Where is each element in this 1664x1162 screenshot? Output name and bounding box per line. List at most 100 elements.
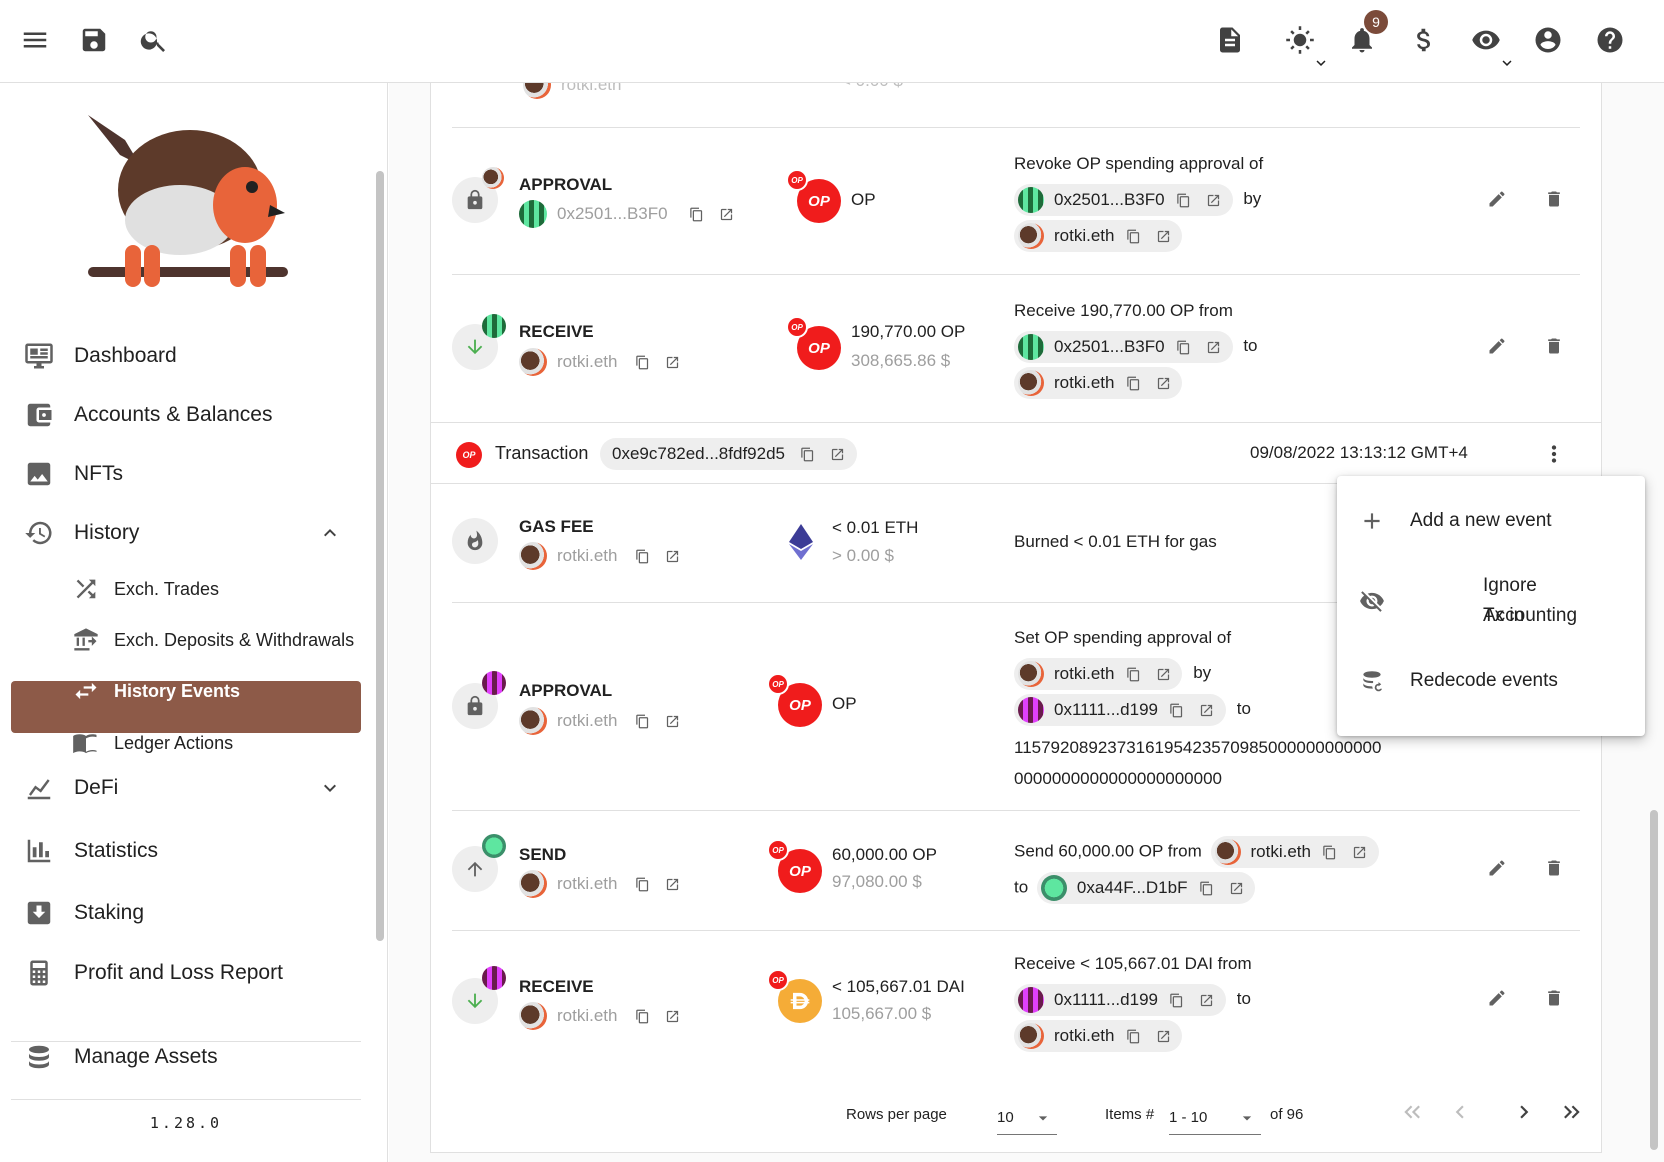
chevron-down-icon[interactable] bbox=[1310, 52, 1332, 74]
first-page-icon[interactable] bbox=[1400, 1099, 1426, 1125]
privacy-eye-icon[interactable] bbox=[1466, 20, 1518, 74]
external-link-icon[interactable] bbox=[661, 710, 683, 732]
search-icon[interactable] bbox=[134, 20, 174, 60]
copy-icon[interactable] bbox=[1122, 1025, 1144, 1047]
copy-icon[interactable] bbox=[631, 545, 653, 567]
delete-trash-icon[interactable] bbox=[1544, 336, 1570, 362]
navigation-sidebar: Dashboard Accounts & Balances NFTs Histo… bbox=[0, 83, 388, 1162]
rows-per-page-select[interactable]: 10 bbox=[997, 1101, 1057, 1135]
last-page-icon[interactable] bbox=[1558, 1099, 1584, 1125]
copy-icon[interactable] bbox=[1319, 841, 1341, 863]
address-chip[interactable]: rotki.eth bbox=[1210, 836, 1379, 868]
menu-redecode-events[interactable]: Redecode events bbox=[1337, 666, 1645, 696]
address-chip[interactable]: 0x2501...B3F0 bbox=[1014, 331, 1233, 363]
external-link-icon[interactable] bbox=[1196, 989, 1218, 1011]
external-link-icon[interactable] bbox=[661, 1005, 683, 1027]
copy-icon[interactable] bbox=[631, 873, 653, 895]
external-link-icon[interactable] bbox=[827, 443, 849, 465]
menu-ignore-tx[interactable]: Ignore Tx in Accounting bbox=[1337, 571, 1645, 631]
copy-icon[interactable] bbox=[1122, 372, 1144, 394]
shuffle-icon bbox=[76, 579, 96, 599]
notification-bell-icon[interactable]: 9 bbox=[1342, 10, 1388, 60]
address-chip[interactable]: rotki.eth bbox=[1014, 658, 1183, 690]
chevron-up-icon[interactable] bbox=[318, 521, 342, 545]
edit-pencil-icon[interactable] bbox=[1487, 336, 1513, 362]
copy-icon[interactable] bbox=[1173, 336, 1195, 358]
save-icon[interactable] bbox=[74, 20, 114, 60]
delete-trash-icon[interactable] bbox=[1544, 988, 1570, 1014]
address-chip[interactable]: 0x2501...B3F0 bbox=[1014, 184, 1233, 216]
external-link-icon[interactable] bbox=[1203, 336, 1225, 358]
copy-icon[interactable] bbox=[1173, 189, 1195, 211]
content-scrollbar[interactable] bbox=[1650, 810, 1658, 1150]
tx-hash-chip[interactable]: 0xe9c782ed...8fdf92d5 bbox=[600, 438, 857, 470]
optimism-chain-icon: OP bbox=[786, 316, 808, 338]
copy-icon[interactable] bbox=[797, 443, 819, 465]
nav-defi[interactable]: DeFi bbox=[24, 763, 118, 813]
address-chip[interactable]: 0xa44F...D1bF bbox=[1036, 872, 1256, 904]
theme-brightness-icon[interactable] bbox=[1280, 20, 1332, 74]
address-chip[interactable]: rotki.eth bbox=[1014, 367, 1183, 399]
avatar bbox=[1018, 661, 1044, 687]
edit-pencil-icon[interactable] bbox=[1487, 988, 1513, 1014]
items-range-select[interactable]: 1 - 10 bbox=[1169, 1101, 1261, 1135]
external-link-icon[interactable] bbox=[661, 351, 683, 373]
nav-profit-loss-report[interactable]: Profit and Loss Report bbox=[24, 948, 283, 998]
notes-icon[interactable] bbox=[1210, 20, 1250, 60]
help-icon[interactable] bbox=[1590, 20, 1630, 60]
copy-icon[interactable] bbox=[1166, 699, 1188, 721]
account-circle-icon[interactable] bbox=[1528, 20, 1568, 60]
delete-trash-icon[interactable] bbox=[1544, 189, 1570, 215]
address-chip[interactable]: rotki.eth bbox=[1014, 220, 1183, 252]
external-link-icon[interactable] bbox=[1225, 877, 1247, 899]
external-link-icon[interactable] bbox=[1203, 189, 1225, 211]
nav-statistics[interactable]: Statistics bbox=[24, 826, 158, 876]
previous-page-icon[interactable] bbox=[1447, 1099, 1473, 1125]
nav-dashboard[interactable]: Dashboard bbox=[24, 331, 177, 381]
nav-ledger-actions[interactable]: Ledger Actions bbox=[72, 721, 233, 765]
menu-add-event[interactable]: Add a new event bbox=[1337, 506, 1645, 536]
nav-history-events[interactable]: History Events bbox=[72, 669, 240, 713]
event-address: rotki.eth bbox=[519, 348, 683, 376]
nav-history[interactable]: History bbox=[24, 508, 139, 558]
copy-icon[interactable] bbox=[1122, 225, 1144, 247]
nav-nfts[interactable]: NFTs bbox=[24, 449, 123, 499]
external-link-icon[interactable] bbox=[716, 203, 738, 225]
external-link-icon[interactable] bbox=[1152, 663, 1174, 685]
notification-badge: 9 bbox=[1364, 10, 1388, 34]
chevron-down-icon[interactable] bbox=[1496, 52, 1518, 74]
nav-manage-assets[interactable]: Manage Assets bbox=[24, 1032, 218, 1082]
nav-accounts-balances[interactable]: Accounts & Balances bbox=[24, 390, 272, 440]
external-link-icon[interactable] bbox=[661, 545, 683, 567]
external-link-icon[interactable] bbox=[661, 873, 683, 895]
copy-icon[interactable] bbox=[631, 351, 653, 373]
nav-exch-deposits-withdrawals[interactable]: Exch. Deposits & Withdrawals bbox=[72, 618, 354, 662]
address-chip[interactable]: 0x1111...d199 bbox=[1014, 694, 1226, 726]
image-icon bbox=[27, 462, 51, 486]
nav-staking[interactable]: Staking bbox=[24, 888, 144, 938]
delete-trash-icon[interactable] bbox=[1544, 858, 1570, 884]
copy-icon[interactable] bbox=[1122, 663, 1144, 685]
copy-icon[interactable] bbox=[631, 710, 653, 732]
copy-icon[interactable] bbox=[631, 1005, 653, 1027]
dollar-icon[interactable] bbox=[1404, 20, 1444, 60]
next-page-icon[interactable] bbox=[1511, 1099, 1537, 1125]
external-link-icon[interactable] bbox=[1196, 699, 1218, 721]
external-link-icon[interactable] bbox=[1152, 1025, 1174, 1047]
address-chip[interactable]: rotki.eth bbox=[1014, 1020, 1183, 1052]
chevron-down-icon[interactable] bbox=[318, 776, 342, 800]
more-vertical-icon[interactable] bbox=[1541, 441, 1567, 467]
menu-icon[interactable] bbox=[15, 20, 55, 60]
nav-exch-trades[interactable]: Exch. Trades bbox=[72, 567, 219, 611]
edit-pencil-icon[interactable] bbox=[1487, 858, 1513, 884]
copy-icon[interactable] bbox=[686, 203, 708, 225]
copy-icon[interactable] bbox=[1195, 877, 1217, 899]
external-link-icon[interactable] bbox=[1152, 372, 1174, 394]
total-items: of 96 bbox=[1270, 1106, 1304, 1123]
external-link-icon[interactable] bbox=[1349, 841, 1371, 863]
external-link-icon[interactable] bbox=[1152, 225, 1174, 247]
address-chip[interactable]: 0x1111...d199 bbox=[1014, 984, 1226, 1016]
edit-pencil-icon[interactable] bbox=[1487, 189, 1513, 215]
copy-icon[interactable] bbox=[1166, 989, 1188, 1011]
sidebar-scrollbar[interactable] bbox=[376, 171, 384, 941]
